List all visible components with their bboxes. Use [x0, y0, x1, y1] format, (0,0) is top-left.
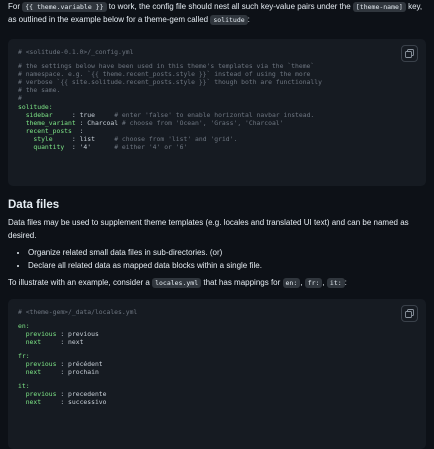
locales-code-block: # <theme-gem>/_data/locales.yml en: prev… [8, 298, 426, 449]
yaml-separator: : [52, 110, 80, 119]
locale-key: en: [18, 321, 30, 330]
yaml-value: successivo [68, 398, 107, 407]
yaml-key: next [18, 398, 57, 407]
inline-code-it: it: [326, 278, 345, 288]
locale-key: it: [18, 382, 30, 391]
code-line: style : list # choose from 'list' and 'g… [18, 135, 416, 143]
code-line: previous : previous [18, 330, 416, 338]
inline-code-locales: locales.yml [152, 278, 202, 288]
data-files-list: Organize related small data files in sub… [8, 246, 426, 272]
yaml-key: next [18, 337, 57, 346]
yaml-separator: : [52, 134, 80, 143]
yaml-separator: : [71, 126, 84, 135]
yaml-value: list [79, 134, 107, 143]
copy-code-button[interactable] [401, 304, 418, 322]
code-comment-line: # the same. [18, 86, 61, 95]
code-line: quantity : '4' # either '4' or '6' [18, 143, 416, 151]
yaml-key: style [18, 134, 53, 143]
section-heading-data-files: Data files [8, 199, 60, 211]
intro-text-5: : [247, 14, 250, 24]
yaml-key: quantity [18, 143, 65, 152]
yaml-separator: : [75, 118, 88, 127]
code-comments: # the settings below have been used in t… [18, 62, 416, 102]
config-code-block: # <solitude-0.1.0>/_config.yml # the set… [8, 39, 426, 186]
yaml-value: previous [68, 329, 99, 338]
yaml-key: recent_posts [18, 126, 72, 135]
copy-icon [405, 49, 414, 58]
illus-text-5: : [344, 278, 347, 287]
yaml-separator: : [56, 390, 69, 399]
yaml-value: precedente [68, 390, 107, 399]
intro-text-3: key, [405, 2, 423, 11]
yaml-comment: # enter 'false' to enable horizontal nav… [106, 110, 315, 119]
yaml-value: Charcoal [87, 118, 119, 127]
inline-code-theme-name: [theme-name] [352, 2, 406, 12]
yaml-key: sidebar [18, 110, 53, 119]
yaml-key: theme_variant [18, 118, 76, 127]
yaml-key: previous [18, 329, 57, 338]
illus-text-1: To illustrate with an example, consider … [8, 278, 153, 287]
code-root-key: solitude: [18, 102, 53, 111]
code-line: previous : precedente [18, 390, 416, 398]
inline-code-solitude: solitude [210, 14, 248, 25]
yaml-separator: : [56, 359, 69, 368]
yaml-value: next [68, 337, 84, 346]
yaml-key: previous [18, 390, 57, 399]
copy-code-button[interactable] [401, 45, 418, 62]
code-line: previous : précédent [18, 360, 416, 368]
intro-paragraph: For {{ theme.variable }} to work, the co… [8, 0, 426, 26]
yaml-key: next [18, 368, 57, 377]
yaml-separator: : [56, 398, 69, 407]
inline-code-en: en: [282, 278, 301, 288]
yaml-value: '4' [79, 143, 107, 152]
yaml-separator: : [56, 368, 69, 377]
yaml-separator: : [56, 337, 69, 346]
code-line: recent_posts : [18, 127, 416, 135]
intro-text-4: as outlined in the example below for a t… [8, 14, 211, 24]
code-comment-line: # the settings below have been used in t… [18, 62, 315, 71]
code-line: next : prochain [18, 368, 416, 376]
data-files-paragraph: Data files may be used to supplement the… [8, 218, 409, 240]
yaml-comment: # either '4' or '6' [106, 143, 188, 152]
yaml-comment: # choose from 'list' and 'grid'. [106, 134, 238, 143]
intro-text-2: to work, the config file should nest all… [106, 2, 353, 11]
yaml-value: précédent [68, 359, 103, 368]
code-line: next : successivo [18, 398, 416, 406]
code-filename: # <theme-gem>/_data/locales.yml [18, 307, 138, 316]
code-comment-line: # verbose `{{ site.solitude.recent_posts… [18, 78, 322, 87]
locale-groups: en: previous : previous next : next fr: p… [18, 322, 416, 407]
code-line: theme_variant : Charcoal # choose from '… [18, 119, 416, 127]
inline-code-theme-variable: {{ theme.variable }} [22, 2, 107, 12]
code-line: next : next [18, 338, 416, 346]
code-comment-line: # namespace. e.g. `{{ theme.recent_posts… [18, 70, 311, 79]
illustration-paragraph: To illustrate with an example, consider … [8, 277, 426, 290]
yaml-value: prochain [68, 368, 99, 377]
locale-key: fr: [18, 351, 30, 360]
inline-code-fr: fr: [304, 278, 323, 288]
copy-icon [405, 308, 414, 318]
illus-text-2: that has mappings for [201, 278, 283, 287]
list-item: Declare all related data as mapped data … [28, 259, 426, 272]
code-filename: # <solitude-0.1.0>/_config.yml [18, 48, 134, 56]
code-rows: sidebar : true # enter 'false' to enable… [18, 111, 416, 151]
yaml-separator: : [64, 143, 80, 152]
list-item: Organize related small data files in sub… [28, 246, 426, 259]
yaml-value: true [79, 110, 107, 119]
code-comment-line: # [18, 94, 22, 103]
code-line: sidebar : true # enter 'false' to enable… [18, 111, 416, 119]
yaml-comment: # choose from 'Ocean', 'Grass', 'Charcoa… [118, 118, 284, 127]
yaml-separator: : [56, 329, 69, 338]
intro-text-1: For [8, 2, 23, 11]
docs-page: For {{ theme.variable }} to work, the co… [0, 0, 434, 449]
yaml-key: previous [18, 359, 57, 368]
